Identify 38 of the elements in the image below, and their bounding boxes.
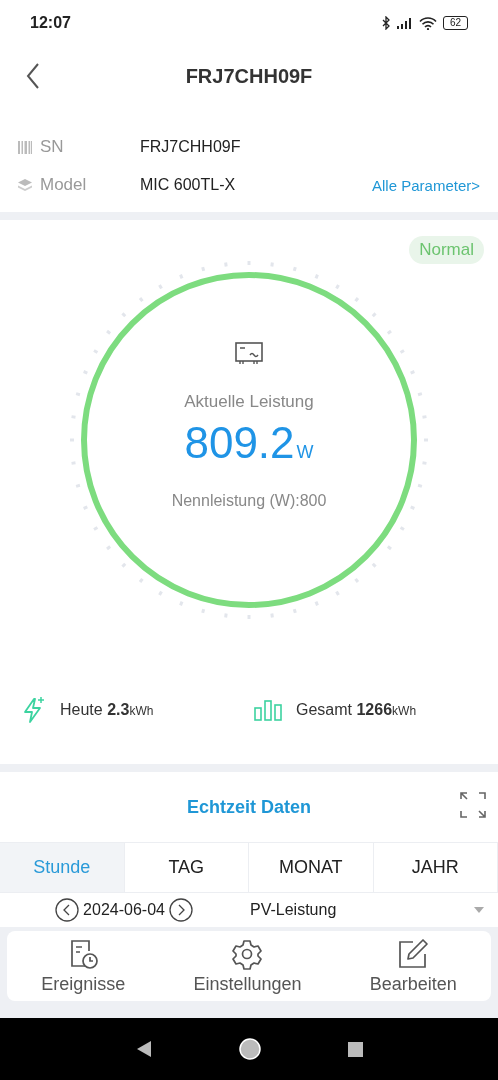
status-time: 12:07	[30, 14, 71, 32]
page-title: FRJ7CHH09F	[185, 64, 313, 88]
battery-indicator: 62	[442, 16, 468, 30]
current-power-value: 809.2	[184, 418, 295, 468]
energy-stat: Heute 2.3kWh	[60, 701, 154, 719]
system-recents-icon[interactable]	[347, 1041, 363, 1057]
settings-icon	[231, 937, 264, 970]
power-unit: W	[296, 442, 314, 463]
bluetooth-icon	[381, 16, 391, 30]
current-power-label: Aktuelle Leistung	[184, 392, 314, 412]
previous-day-icon[interactable]	[55, 898, 80, 922]
info-value: MIC 600TL-X	[140, 176, 237, 194]
dropdown-caret-icon	[474, 907, 484, 913]
next-day-icon[interactable]	[168, 898, 193, 922]
rated-power: Nennleistung (W):800	[171, 492, 327, 510]
toolbar-button[interactable]: Bearbeiten	[363, 936, 463, 996]
signal-icon	[396, 17, 413, 29]
wifi-icon	[418, 16, 437, 30]
layers-icon	[18, 178, 32, 192]
info-label: SN	[40, 137, 65, 157]
fullscreen-icon[interactable]	[460, 792, 486, 818]
status-badge: Normal	[409, 236, 484, 264]
system-back-icon[interactable]	[135, 1041, 152, 1057]
realtime-title: Echtzeit Daten	[187, 796, 311, 818]
info-value: FRJ7CHH09F	[140, 138, 242, 156]
system-home-icon[interactable]	[237, 1037, 262, 1061]
metric-dropdown[interactable]: PV-Leistung	[248, 901, 498, 919]
date-value: 2024-06-04	[83, 901, 165, 919]
toolbar-button[interactable]: Einstellungen	[187, 936, 308, 996]
bar-chart-icon	[254, 699, 282, 721]
edit-icon	[397, 937, 430, 970]
energy-stat: Gesamt 1266kWh	[296, 701, 417, 719]
info-label: Model	[40, 175, 88, 195]
back-icon[interactable]	[26, 63, 40, 89]
lightning-icon	[22, 696, 46, 724]
toolbar-button[interactable]: Ereignisse	[35, 936, 132, 996]
inverter-icon	[235, 342, 263, 366]
barcode-icon	[18, 140, 32, 154]
